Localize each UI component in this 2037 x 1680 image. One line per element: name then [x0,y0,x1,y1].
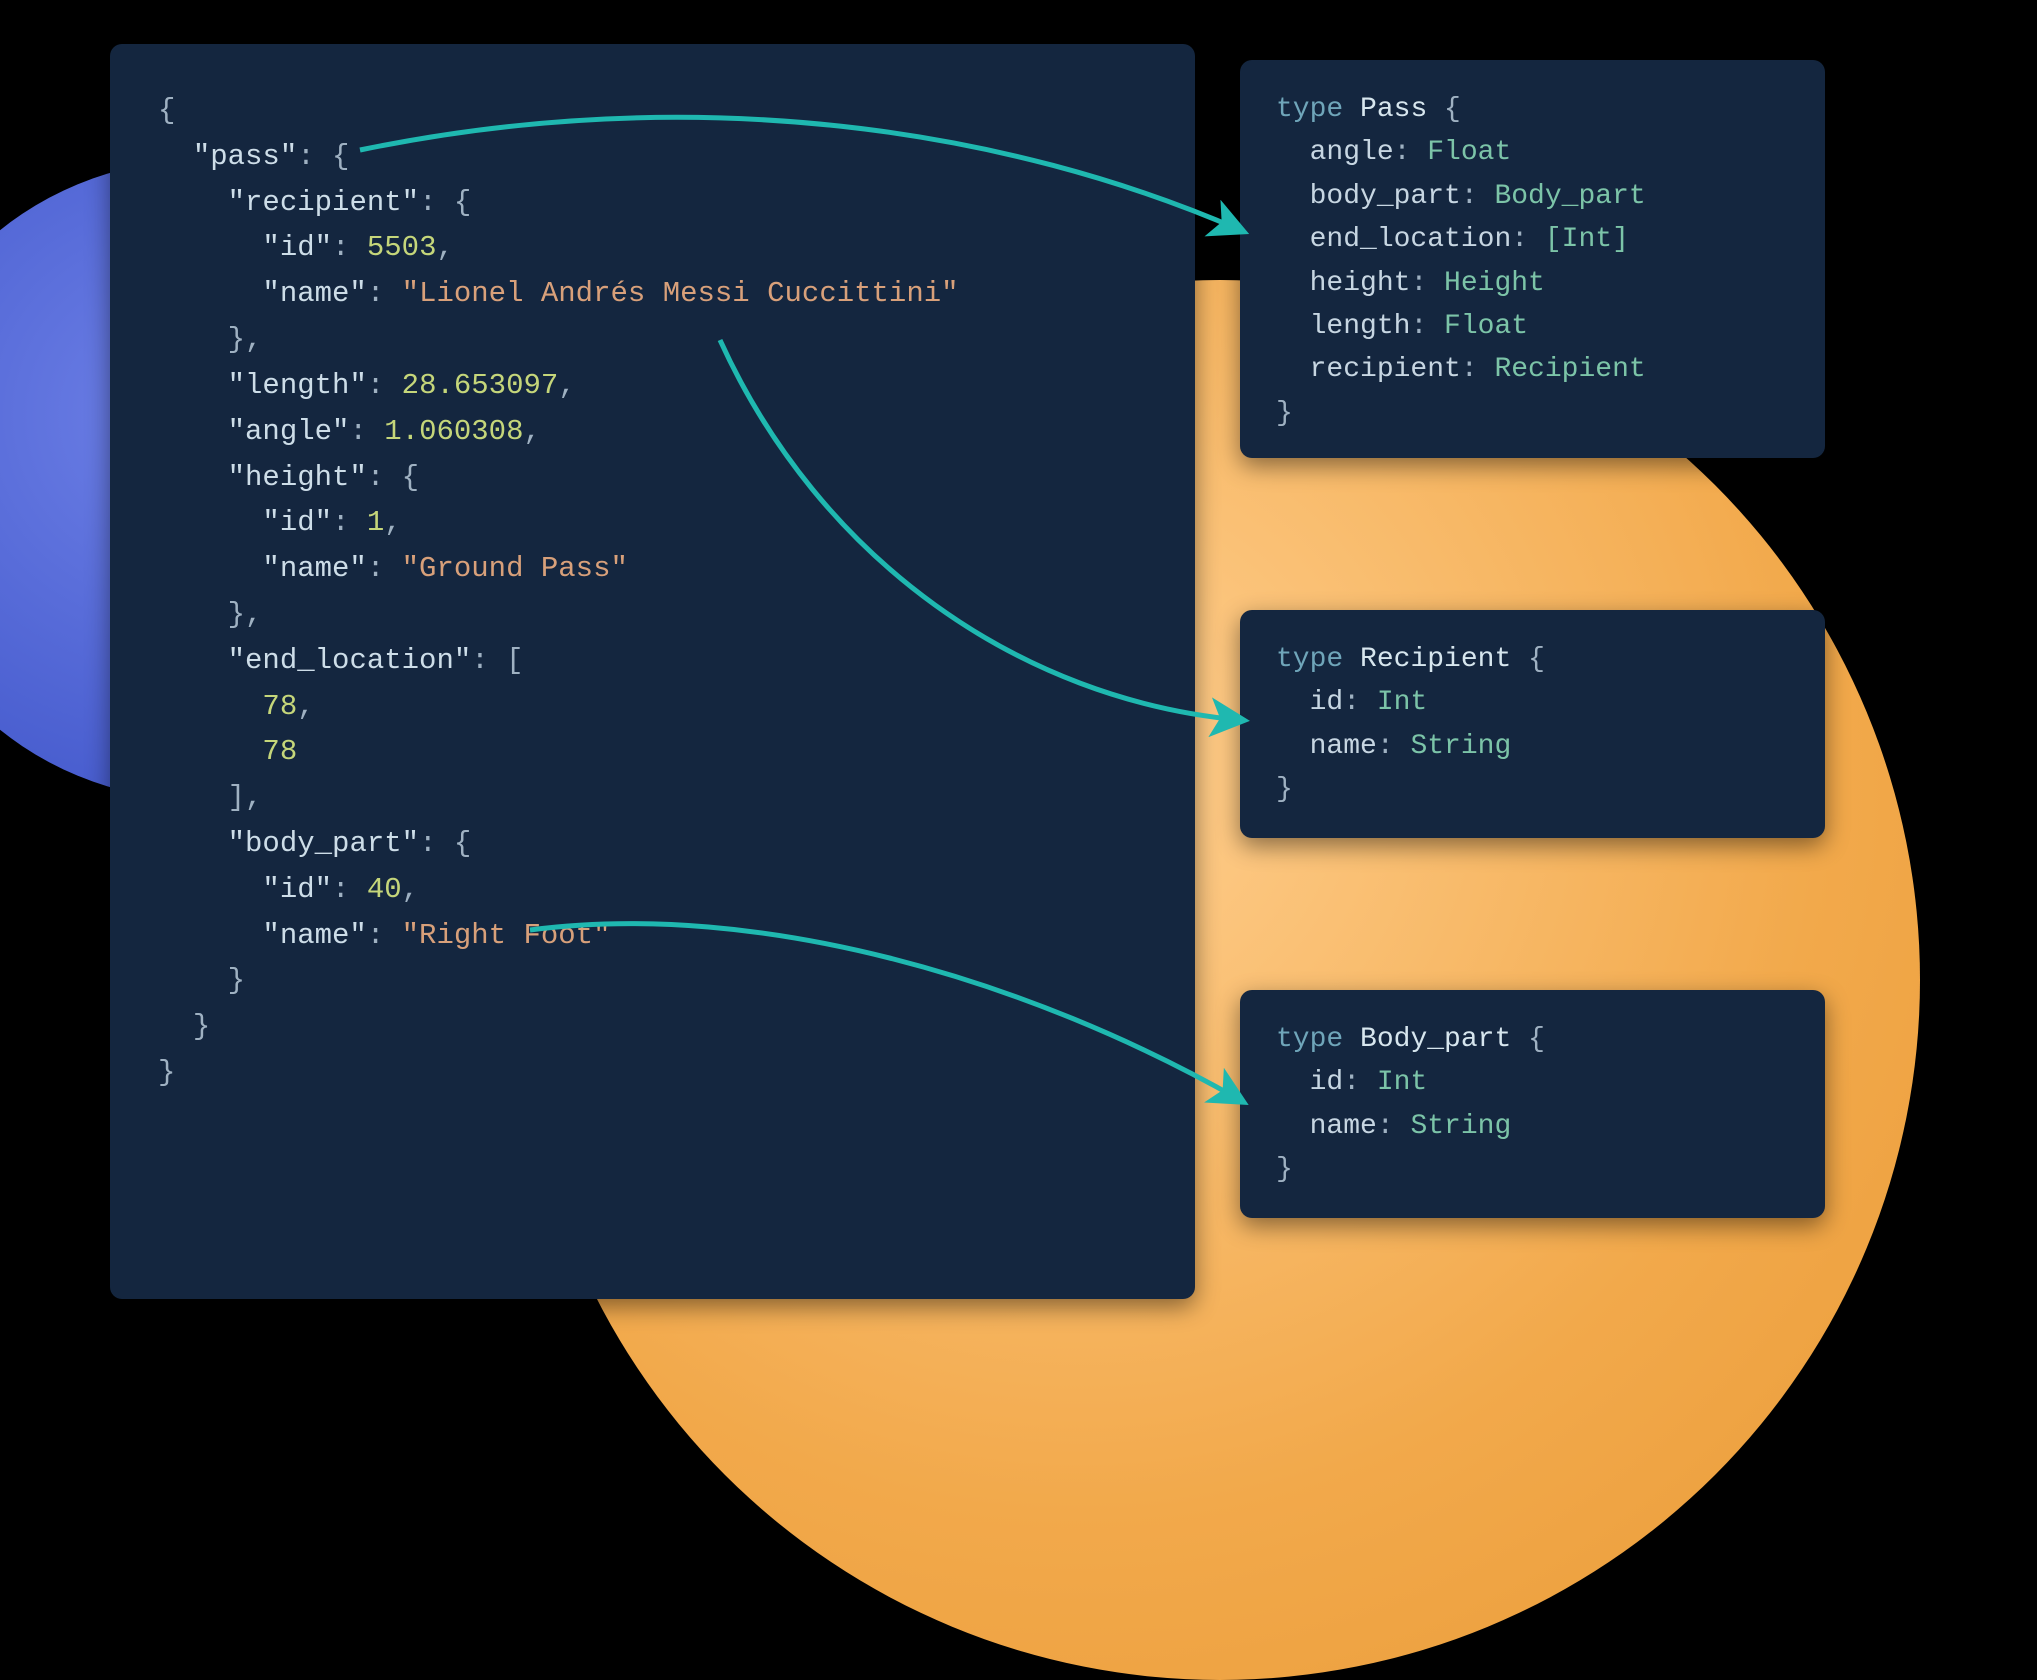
json-body-part-id-key: "id" [262,873,332,906]
schema-field-name: id [1310,1067,1344,1098]
json-recipient-id-val: 5503 [367,231,437,264]
schema-recipient-panel: type Recipient { id: Int name: String } [1240,610,1825,838]
json-angle-key: "angle" [228,415,350,448]
json-body-part-key: "body_part" [228,827,419,860]
schema-field-name: name [1310,731,1377,762]
schema-field-type: Body_part [1494,181,1645,212]
schema-pass-panel: type Pass { angle: Float body_part: Body… [1240,60,1825,458]
schema-field-type: Float [1427,137,1511,168]
json-recipient-id-key: "id" [262,231,332,264]
json-close-brace: } [158,1056,175,1089]
schema-pass-name: Pass [1360,94,1427,125]
json-end-location-1: 78 [262,735,297,768]
json-end-location-key: "end_location" [228,644,472,677]
json-height-id-val: 1 [367,506,384,539]
schema-field-name: angle [1310,137,1394,168]
schema-keyword: type [1276,1024,1343,1055]
schema-field-type: Float [1444,311,1528,342]
json-open-brace: { [158,94,175,127]
json-height-name-val: "Ground Pass" [402,552,628,585]
schema-bodypart-panel: type Body_part { id: Int name: String } [1240,990,1825,1218]
schema-field-type: String [1410,1111,1511,1142]
schema-field-type: Int [1377,1067,1427,1098]
schema-recipient-name: Recipient [1360,644,1511,675]
json-body-part-name-val: "Right Foot" [402,919,611,952]
json-recipient-name-val: "Lionel Andrés Messi Cuccittini" [402,277,959,310]
schema-keyword: type [1276,644,1343,675]
schema-keyword: type [1276,94,1343,125]
schema-field-name: end_location [1310,224,1512,255]
schema-bodypart-name: Body_part [1360,1024,1511,1055]
schema-field-name: id [1310,687,1344,718]
json-body-part-id-val: 40 [367,873,402,906]
schema-field-name: recipient [1310,354,1461,385]
json-end-location-0: 78 [262,690,297,723]
json-body-part-name-key: "name" [262,919,366,952]
schema-field-name: name [1310,1111,1377,1142]
json-pass-key: "pass" [193,140,297,173]
json-panel: { "pass": { "recipient": { "id": 5503, "… [110,44,1195,1299]
schema-field-type: Recipient [1494,354,1645,385]
json-length-val: 28.653097 [402,369,559,402]
json-height-name-key: "name" [262,552,366,585]
json-recipient-name-key: "name" [262,277,366,310]
json-height-key: "height" [228,461,367,494]
json-recipient-key: "recipient" [228,186,419,219]
schema-field-type: [Int] [1545,224,1629,255]
schema-field-name: body_part [1310,181,1461,212]
json-height-id-key: "id" [262,506,332,539]
schema-field-name: length [1310,311,1411,342]
schema-field-type: String [1410,731,1511,762]
schema-field-name: height [1310,268,1411,299]
json-length-key: "length" [228,369,367,402]
schema-field-type: Int [1377,687,1427,718]
schema-field-type: Height [1444,268,1545,299]
json-angle-val: 1.060308 [384,415,523,448]
